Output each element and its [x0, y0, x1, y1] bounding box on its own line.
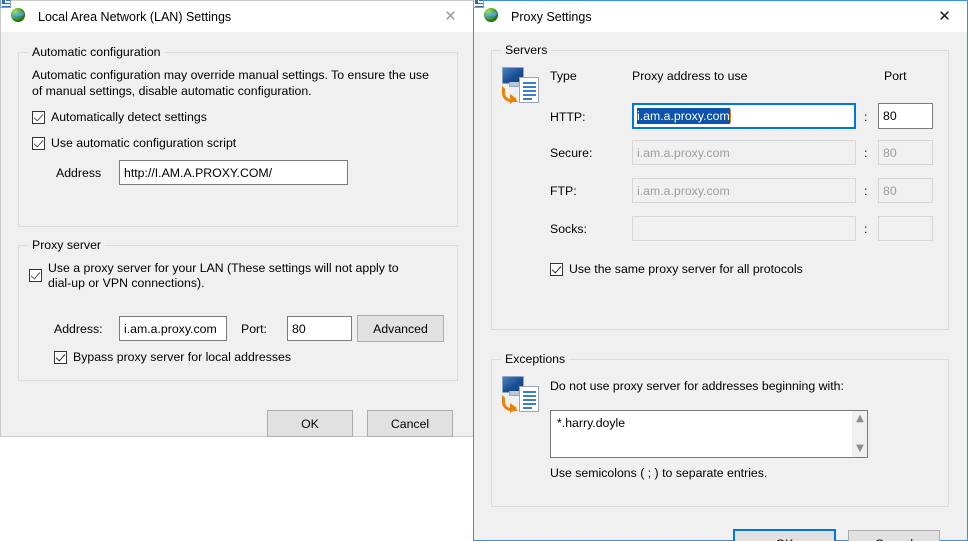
secure-proxy-port-value: 80 — [883, 146, 897, 160]
bypass-proxy-label: Bypass proxy server for local addresses — [73, 350, 291, 365]
ftp-proxy-port-value: 80 — [883, 184, 897, 198]
column-header-type: Type — [550, 69, 577, 83]
row-label-secure: Secure: — [550, 146, 592, 160]
checkbox-box — [29, 269, 42, 282]
secure-proxy-port-input[interactable]: 80 — [878, 140, 933, 165]
proxy-settings-dialog: Proxy Settings ✕ Servers — [473, 0, 968, 541]
use-proxy-server-label: Use a proxy server for your LAN (These s… — [48, 261, 399, 291]
row-label-http: HTTP: — [550, 110, 586, 124]
globe-settings-icon — [11, 8, 29, 26]
checkbox-box — [32, 111, 45, 124]
row-label-socks: Socks: — [550, 222, 587, 236]
lan-title-text: Local Area Network (LAN) Settings — [38, 10, 231, 24]
lan-settings-dialog: Local Area Network (LAN) Settings ✕ Auto… — [0, 0, 474, 437]
proxy-ok-label: OK — [776, 537, 794, 541]
http-proxy-port-input[interactable]: 80 — [878, 103, 933, 129]
lan-titlebar: Local Area Network (LAN) Settings ✕ — [1, 1, 473, 32]
servers-legend: Servers — [501, 43, 551, 57]
proxy-client-area: Servers Type Proxy address to use Port — [474, 32, 967, 540]
secure-separator: : — [864, 146, 867, 160]
exceptions-legend: Exceptions — [501, 352, 569, 366]
exceptions-description: Do not use proxy server for addresses be… — [550, 379, 844, 393]
screen: Local Area Network (LAN) Settings ✕ Auto… — [0, 0, 968, 541]
close-icon[interactable]: ✕ — [922, 1, 967, 32]
column-header-address: Proxy address to use — [632, 69, 748, 83]
proxy-ok-button[interactable]: OK — [733, 529, 836, 541]
use-same-proxy-label: Use the same proxy server for all protoc… — [569, 262, 803, 277]
lan-client-area: Automatic configuration Automatic config… — [1, 32, 473, 438]
proxy-port-value: 80 — [292, 322, 306, 336]
chevron-down-icon[interactable]: ▼ — [856, 444, 864, 454]
lan-ok-label: OK — [301, 417, 319, 431]
checkbox-box — [32, 137, 45, 150]
lan-cancel-label: Cancel — [391, 417, 429, 431]
proxy-port-input[interactable]: 80 — [287, 316, 352, 341]
ftp-proxy-address-input[interactable]: i.am.a.proxy.com — [632, 178, 856, 203]
socks-separator: : — [864, 222, 867, 236]
proxy-address-label: Address: — [54, 322, 103, 336]
http-proxy-address-value: i.am.a.proxy.com — [637, 108, 730, 124]
column-header-port: Port — [884, 69, 907, 83]
servers-group: Servers Type Proxy address to use Port — [491, 50, 949, 330]
proxy-cancel-button[interactable]: Cancel — [848, 530, 940, 541]
chevron-up-icon[interactable]: ▲ — [856, 414, 864, 424]
proxy-address-input[interactable]: i.am.a.proxy.com — [119, 316, 227, 341]
socks-proxy-address-input[interactable] — [632, 216, 856, 241]
exceptions-hint: Use semicolons ( ; ) to separate entries… — [550, 466, 767, 480]
close-icon[interactable]: ✕ — [428, 1, 473, 32]
checkbox-box — [54, 351, 67, 364]
proxy-port-label: Port: — [241, 322, 267, 336]
script-address-input[interactable]: http://I.AM.A.PROXY.COM/ — [119, 160, 348, 185]
advanced-button-label: Advanced — [373, 322, 428, 336]
lan-ok-button[interactable]: OK — [267, 410, 353, 437]
proxy-title-text: Proxy Settings — [511, 10, 592, 24]
proxy-address-value: i.am.a.proxy.com — [124, 322, 217, 336]
script-address-label: Address — [56, 166, 101, 180]
ftp-proxy-address-value: i.am.a.proxy.com — [637, 184, 730, 198]
use-proxy-server-checkbox[interactable]: Use a proxy server for your LAN (These s… — [29, 261, 444, 291]
automatic-configuration-description: Automatic configuration may override man… — [32, 67, 442, 99]
socks-proxy-port-input[interactable] — [878, 216, 933, 241]
http-separator: : — [864, 110, 867, 124]
lan-cancel-button[interactable]: Cancel — [367, 410, 453, 437]
exceptions-value: *.harry.doyle — [551, 411, 852, 457]
http-proxy-port-value: 80 — [883, 109, 897, 123]
use-automatic-configuration-script-checkbox[interactable]: Use automatic configuration script — [32, 136, 236, 151]
use-same-proxy-checkbox[interactable]: Use the same proxy server for all protoc… — [550, 262, 803, 277]
exceptions-scrollbar[interactable]: ▲ ▼ — [852, 411, 867, 457]
exceptions-textarea[interactable]: *.harry.doyle ▲ ▼ — [550, 410, 868, 458]
auto-detect-settings-label: Automatically detect settings — [51, 110, 207, 125]
automatic-configuration-legend: Automatic configuration — [28, 45, 165, 59]
exceptions-group: Exceptions Do not use proxy server for a… — [491, 359, 949, 507]
proxy-server-legend: Proxy server — [28, 238, 105, 252]
secure-proxy-address-value: i.am.a.proxy.com — [637, 146, 730, 160]
automatic-configuration-group: Automatic configuration Automatic config… — [18, 52, 458, 227]
use-automatic-configuration-script-label: Use automatic configuration script — [51, 136, 236, 151]
checkbox-box — [550, 263, 563, 276]
ftp-proxy-port-input[interactable]: 80 — [878, 178, 933, 203]
row-label-ftp: FTP: — [550, 184, 577, 198]
http-proxy-address-input[interactable]: i.am.a.proxy.com — [632, 103, 856, 129]
ftp-separator: : — [864, 184, 867, 198]
bypass-proxy-checkbox[interactable]: Bypass proxy server for local addresses — [54, 350, 291, 365]
globe-settings-icon — [484, 8, 502, 26]
proxy-cancel-label: Cancel — [875, 537, 913, 541]
advanced-button[interactable]: Advanced — [357, 315, 444, 342]
proxy-titlebar: Proxy Settings ✕ — [474, 1, 967, 32]
proxy-server-document-icon — [501, 376, 545, 416]
secure-proxy-address-input[interactable]: i.am.a.proxy.com — [632, 140, 856, 165]
proxy-server-group: Proxy server Use a proxy server for your… — [18, 245, 458, 381]
script-address-value: http://I.AM.A.PROXY.COM/ — [124, 166, 272, 180]
proxy-server-document-icon — [501, 67, 545, 107]
auto-detect-settings-checkbox[interactable]: Automatically detect settings — [32, 110, 207, 125]
